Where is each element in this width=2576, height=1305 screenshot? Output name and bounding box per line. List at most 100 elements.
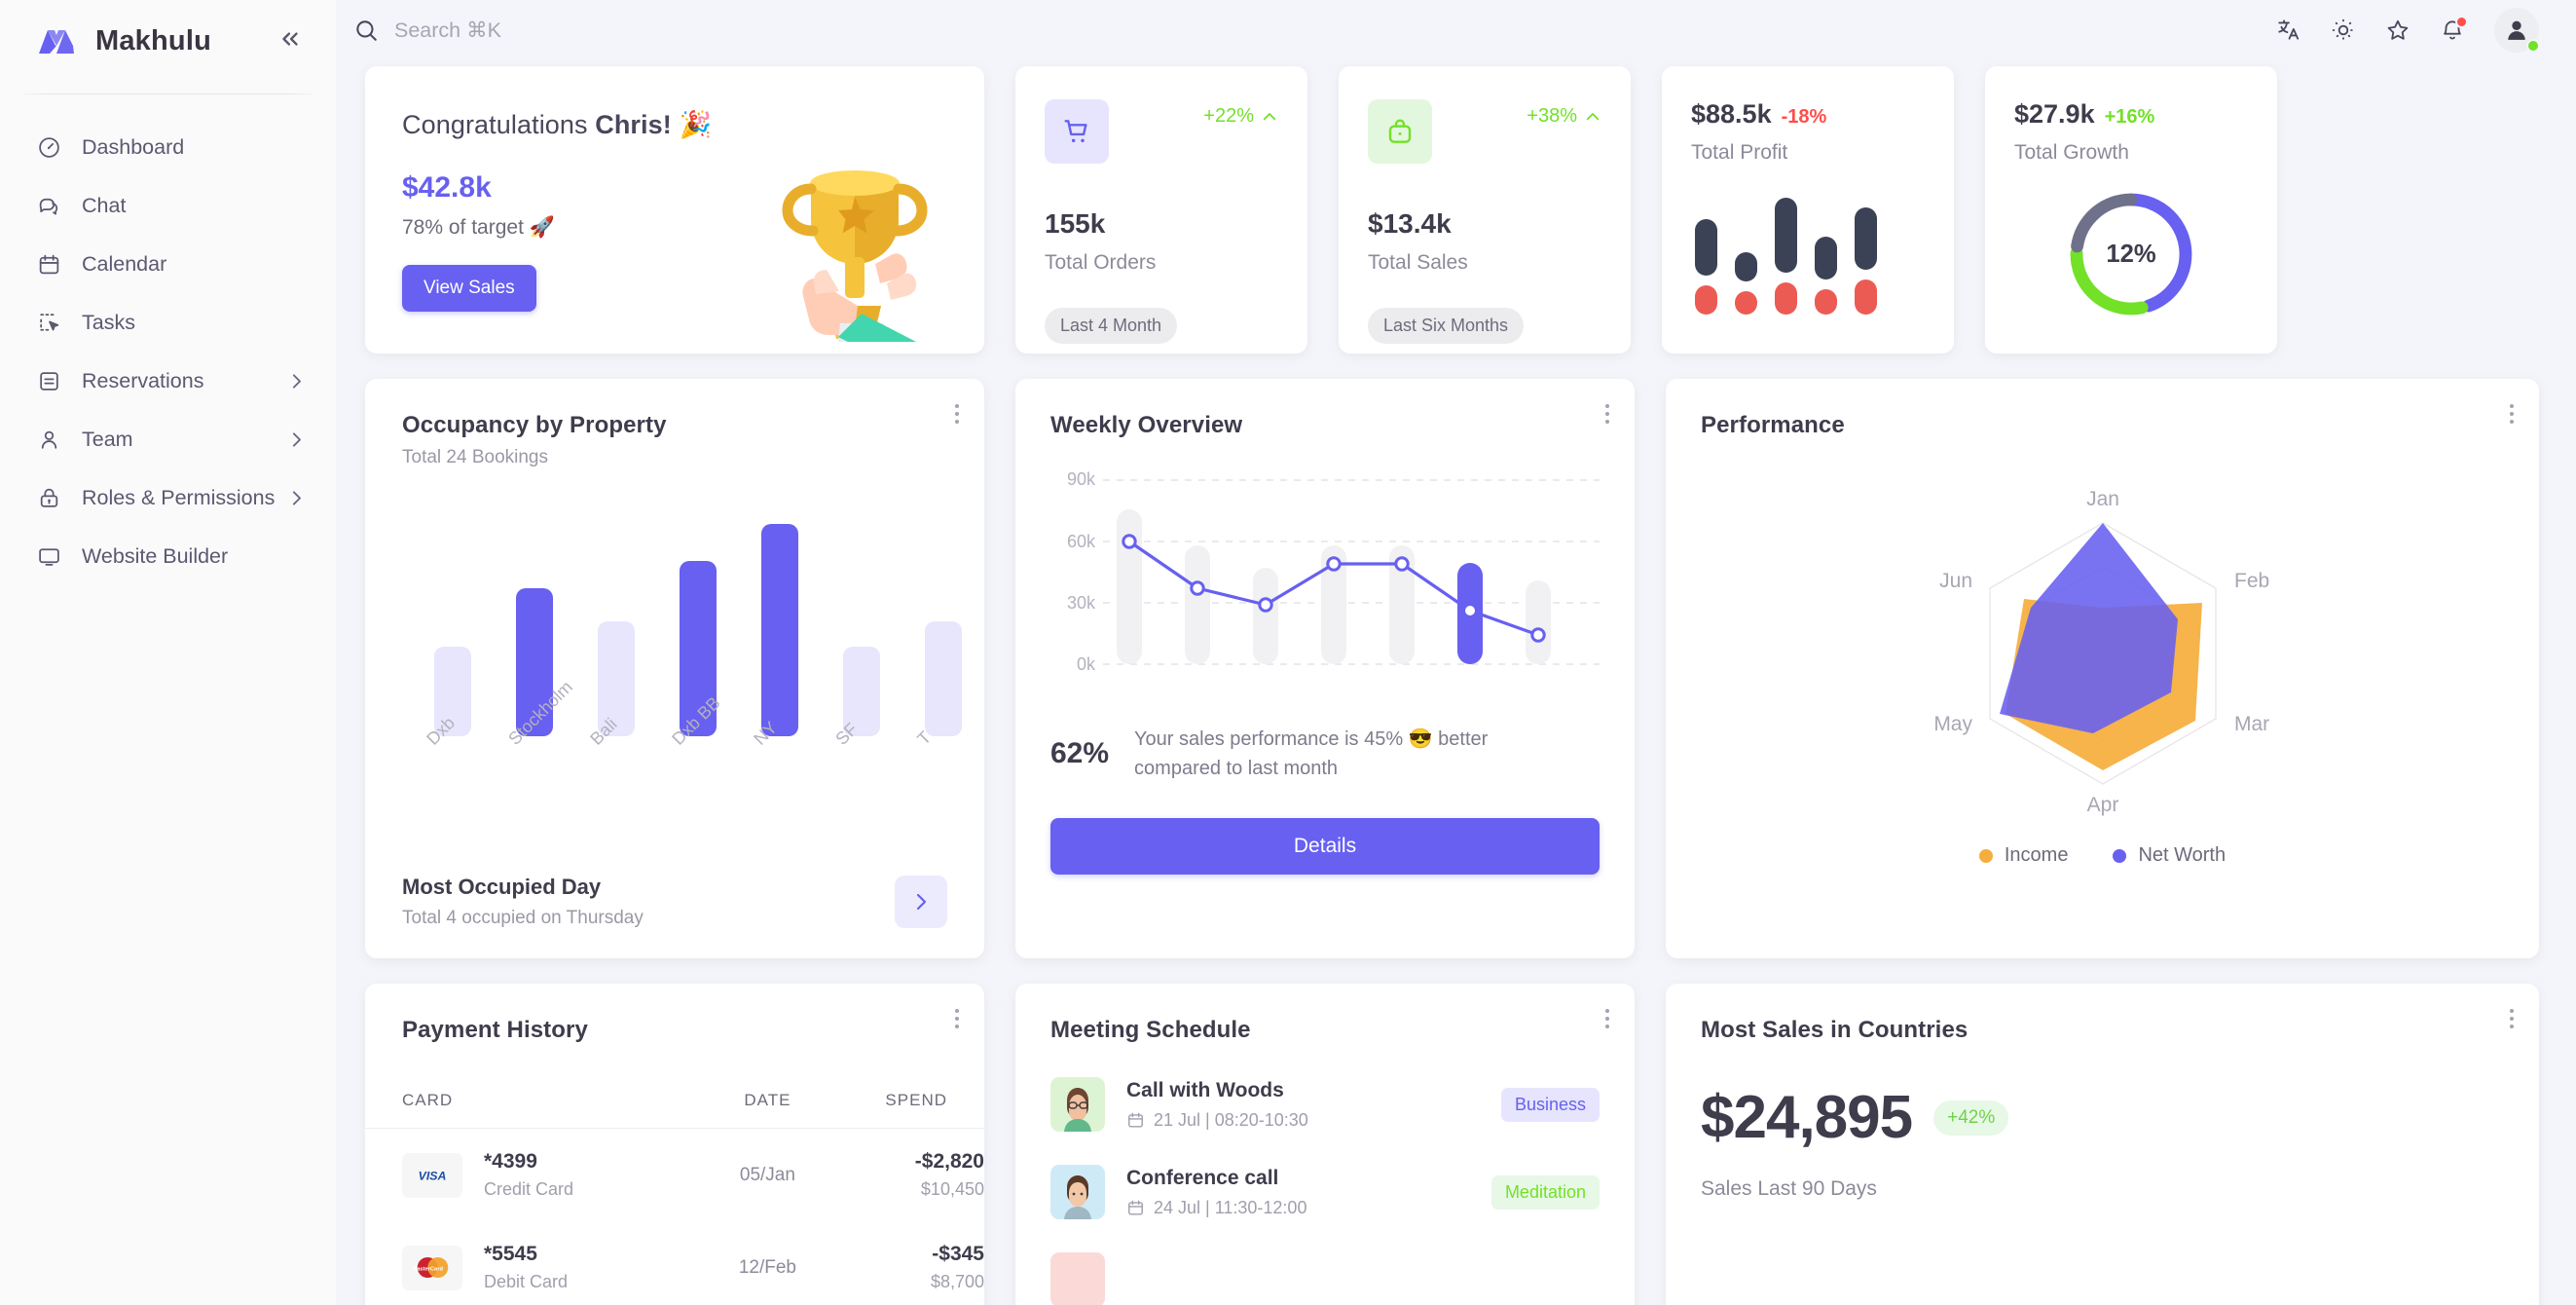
translate-icon[interactable] — [2276, 18, 2301, 43]
sidebar: Makhulu Dashboard Chat Calendar Tasks Re… — [0, 0, 336, 1305]
stat-label: Total Sales — [1368, 251, 1468, 274]
sidebar-item-calendar[interactable]: Calendar — [0, 235, 336, 293]
meeting-schedule-card: Meeting Schedule Call with Woods 21 Jul … — [1015, 984, 1635, 1305]
occupancy-subtitle: Total 24 Bookings — [402, 447, 548, 467]
occupancy-card: Occupancy by Property Total 24 Bookings … — [365, 379, 984, 958]
chevron-right-icon — [286, 371, 307, 392]
stat-delta: +38% — [1527, 105, 1601, 128]
meeting-time: 21 Jul | 08:20-10:30 — [1126, 1110, 1308, 1131]
avatar-online-indicator — [2526, 39, 2540, 53]
document-list-icon — [37, 369, 70, 393]
card-number: *5545 — [484, 1243, 537, 1265]
svg-text:VISA: VISA — [419, 1169, 447, 1182]
chevron-up-icon — [1263, 112, 1276, 120]
table-row[interactable]: VISA *4399 Credit Card 05/Jan -$2,820 $1… — [365, 1129, 984, 1222]
stat-delta: +22% — [1203, 105, 1278, 128]
more-options-icon[interactable] — [1605, 404, 1609, 424]
list-item[interactable]: Conference call 24 Jul | 11:30-12:00 Med… — [1050, 1165, 1600, 1219]
topbar-actions — [2276, 8, 2540, 53]
sun-icon[interactable] — [2331, 18, 2356, 43]
more-options-icon[interactable] — [2510, 1009, 2514, 1028]
occupancy-x-labels: Dxb Stockholm Bali Dxb BB NY SF T — [402, 677, 984, 824]
card-type: Credit Card — [484, 1179, 574, 1199]
search-input[interactable]: Search ⌘K — [353, 18, 501, 43]
weekly-line-chart: 90k 60k 30k 0k — [1050, 470, 1600, 680]
countries-subtitle: Sales Last 90 Days — [1701, 1177, 1877, 1200]
stat-delta-value: +22% — [1203, 105, 1254, 127]
weekly-note-text: Your sales performance is 45% 😎 better c… — [1134, 728, 1489, 779]
profit-bar-pair — [1855, 198, 1877, 315]
radar-axis-label: Jan — [2086, 488, 2119, 510]
list-item[interactable]: Call with Woods 21 Jul | 08:20-10:30 Bus… — [1050, 1077, 1600, 1132]
avatar — [1050, 1077, 1105, 1132]
legend-item-income: Income — [1978, 844, 2068, 867]
sidebar-item-roles-permissions[interactable]: Roles & Permissions — [0, 468, 336, 527]
sidebar-item-label: Chat — [82, 193, 127, 217]
sidebar-collapse-icon[interactable] — [277, 26, 303, 56]
stat-value: $13.4k — [1368, 208, 1452, 239]
details-button[interactable]: Details — [1050, 818, 1600, 875]
weekly-y-tick: 0k — [1076, 654, 1095, 674]
congrats-amount: $42.8k — [402, 171, 492, 204]
stat-head: +22% — [1045, 99, 1278, 164]
more-options-icon[interactable] — [1605, 1009, 1609, 1028]
total-growth-card: $27.9k +16% Total Growth 12% — [1985, 66, 2277, 354]
sidebar-item-label: Dashboard — [82, 134, 185, 159]
meeting-time-text: 24 Jul | 11:30-12:00 — [1154, 1197, 1307, 1217]
congrats-subtitle: 78% of target 🚀 — [402, 216, 555, 239]
weekly-performance-note: 62% Your sales performance is 45% 😎 bett… — [1050, 725, 1600, 783]
star-icon[interactable] — [2385, 18, 2410, 43]
notification-badge — [2455, 16, 2468, 28]
sidebar-item-reservations[interactable]: Reservations — [0, 352, 336, 410]
table-row[interactable]: MasterCard *5545 Debit Card 12/Feb -$345… — [365, 1221, 984, 1305]
dashboard-content: Congratulations Chris! 🎉 $42.8k 78% of t… — [336, 60, 2576, 1305]
calendar-icon — [1128, 1200, 1143, 1215]
sidebar-item-dashboard[interactable]: Dashboard — [0, 118, 336, 176]
sidebar-item-team[interactable]: Team — [0, 410, 336, 468]
status-badge: Meditation — [1490, 1174, 1600, 1210]
legend-label: Net Worth — [2138, 844, 2226, 866]
lock-icon — [37, 486, 70, 510]
radar-axis-label: Mar — [2234, 713, 2269, 735]
sidebar-item-website-builder[interactable]: Website Builder — [0, 527, 336, 585]
meeting-list: Call with Woods 21 Jul | 08:20-10:30 Bus… — [1050, 1077, 1600, 1305]
profit-bar-pair — [1775, 198, 1797, 315]
weekly-percentage: 62% — [1050, 737, 1110, 769]
profit-bar-pair — [1815, 198, 1837, 315]
stat-head: +38% — [1368, 99, 1601, 164]
payment-date: 12/Feb — [738, 1256, 796, 1278]
countries-delta-badge: +42% — [1933, 1100, 2009, 1136]
more-options-icon[interactable] — [955, 404, 959, 424]
card-type: Debit Card — [484, 1272, 569, 1291]
view-sales-button[interactable]: View Sales — [402, 265, 536, 312]
sidebar-nav: Dashboard Chat Calendar Tasks Reservatio… — [0, 94, 336, 585]
sidebar-item-chat[interactable]: Chat — [0, 176, 336, 235]
performance-radar-chart: Jan Feb Mar Apr May Jun — [1701, 449, 2504, 839]
sidebar-item-tasks[interactable]: Tasks — [0, 293, 336, 352]
performance-card: Performance Jan Feb Mar Apr May Jun Inco… — [1666, 379, 2539, 958]
sidebar-item-label: Team — [82, 427, 133, 451]
meeting-time-text: 21 Jul | 08:20-10:30 — [1154, 1109, 1308, 1130]
donut-center-label: 12% — [2106, 241, 2156, 268]
chevron-right-icon[interactable] — [895, 876, 947, 928]
payment-history-title: Payment History — [402, 1017, 588, 1043]
makhulu-logo-icon — [37, 24, 80, 57]
sidebar-item-label: Roles & Permissions — [82, 485, 276, 509]
profit-delta: -18% — [1781, 106, 1827, 128]
avatar[interactable] — [2494, 8, 2540, 53]
payment-date: 05/Jan — [739, 1164, 795, 1185]
occupancy-title: Occupancy by Property — [402, 412, 667, 438]
chat-bubbles-icon — [37, 194, 70, 218]
stat-delta-value: +38% — [1527, 105, 1577, 127]
shopping-cart-icon — [1045, 99, 1109, 164]
payment-history-card: Payment History CARD DATE SPEND VISA *43… — [365, 984, 984, 1305]
topbar: Search ⌘K — [336, 0, 2576, 60]
list-item[interactable] — [1050, 1252, 1600, 1305]
main-area: Search ⌘K Congratulations Chris! 🎉 $42.8… — [336, 0, 2576, 1305]
payment-balance: $8,700 — [930, 1272, 984, 1291]
more-options-icon[interactable] — [955, 1009, 959, 1028]
weekly-y-tick: 30k — [1066, 593, 1095, 613]
search-icon — [353, 18, 379, 43]
bell-icon[interactable] — [2440, 16, 2468, 43]
more-options-icon[interactable] — [2510, 404, 2514, 424]
